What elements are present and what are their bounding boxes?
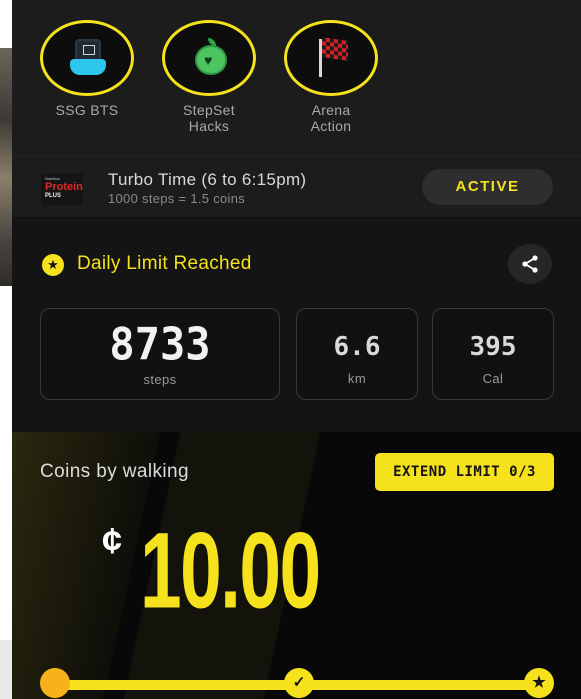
coin-amount: 10.00 [140,511,321,631]
check-icon: ✓ [284,668,314,698]
share-button[interactable] [508,244,552,284]
stepset-app: SSG BTS ♥ StepSet Hacks Arena Action Nut… [12,0,581,699]
calories-unit: Cal [482,371,504,386]
background-photo [0,48,12,286]
active-button[interactable]: ACTIVE [422,169,553,205]
distance-unit: km [347,371,367,386]
background-gray [0,640,12,699]
shortcut-ring[interactable] [40,20,134,96]
shortcut-ring[interactable]: ♥ [162,20,256,96]
turbo-title: Turbo Time (6 to 6:15pm) [108,170,307,189]
shortcut-ssg-bts[interactable]: SSG BTS [40,20,134,118]
star-icon: ★ [42,254,64,276]
calories-value: 395 [469,332,517,362]
shortcut-arena-action[interactable]: Arena Action [284,20,378,134]
apple-heart-icon: ♥ [195,38,227,78]
coin-currency-symbol: ¢ [102,520,123,561]
checkered-flag-icon [315,37,351,79]
star-icon: ★ [524,668,554,698]
steps-card: 8733 steps [40,308,280,400]
extend-limit-button[interactable]: EXTEND LIMIT 0/3 [375,453,554,491]
distance-value: 6.6 [333,332,381,362]
steps-value: 8733 [109,318,211,371]
daily-limit-text: Daily Limit Reached [77,253,252,274]
shortcut-label: SSG BTS [55,102,119,118]
steps-unit: steps [143,372,177,387]
shortcut-stepset-hacks[interactable]: ♥ StepSet Hacks [162,20,256,134]
progress-start-node [40,668,70,698]
shortcut-row: SSG BTS ♥ StepSet Hacks Arena Action [12,0,581,156]
ssg-bts-icon [70,39,106,77]
turbo-subtitle: 1000 steps = 1.5 coins [108,191,246,206]
shortcut-ring[interactable] [284,20,378,96]
shortcut-label: Arena Action [310,102,352,134]
coins-panel: Coins by walking EXTEND LIMIT 0/3 ¢ 10.0… [12,432,581,699]
calories-card: 395 Cal [432,308,554,400]
distance-card: 6.6 km [296,308,418,400]
shortcut-label: StepSet Hacks [183,102,235,134]
share-icon [522,255,538,273]
coins-label: Coins by walking [40,461,189,482]
turbo-time-row[interactable]: Nutrition Protein PLUS Turbo Time (6 to … [12,156,581,218]
protein-plus-logo: Nutrition Protein PLUS [41,173,83,205]
